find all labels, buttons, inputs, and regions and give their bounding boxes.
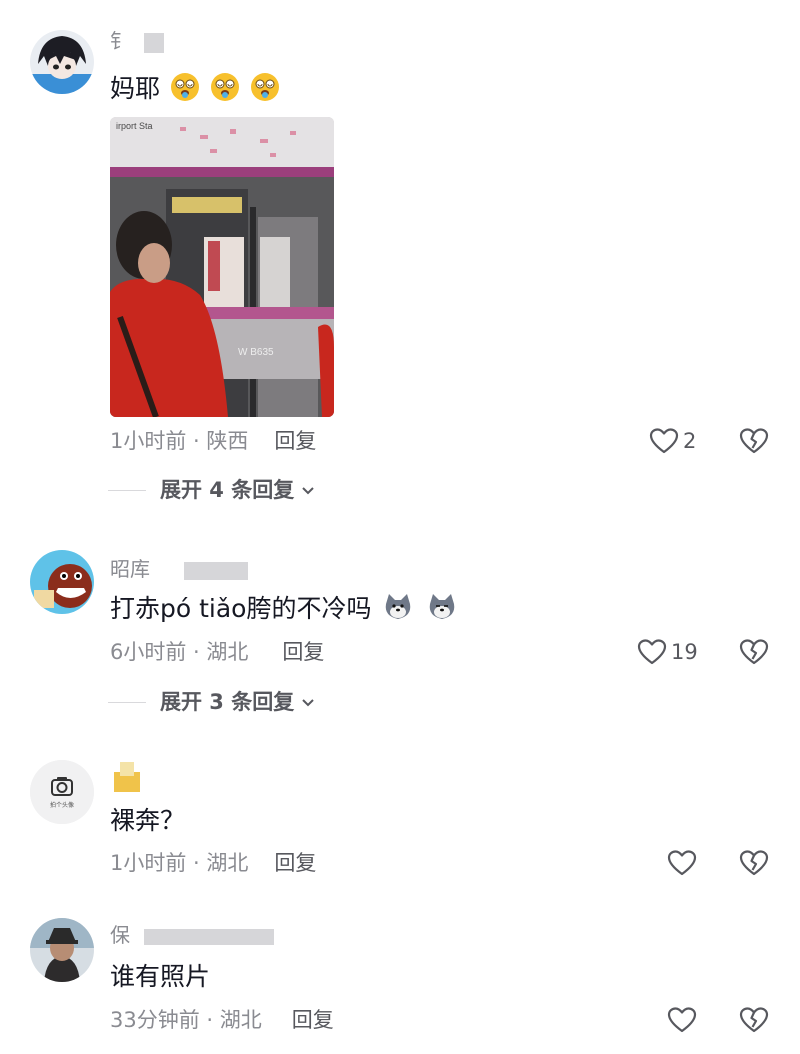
comment-meta: 6小时前 · 湖北 回复 bbox=[110, 638, 324, 666]
expand-replies-label[interactable]: 展开 3 条回复 bbox=[160, 688, 294, 716]
like-button[interactable] bbox=[667, 1006, 701, 1034]
username[interactable] bbox=[110, 758, 144, 792]
chevron-down-icon bbox=[302, 487, 314, 495]
avatar-caption: 拍个头像 bbox=[50, 801, 74, 809]
heart-icon bbox=[667, 850, 697, 876]
reply-button[interactable]: 回复 bbox=[282, 640, 324, 664]
expand-replies-button[interactable]: 展开 3 条回复 bbox=[108, 688, 316, 716]
tongue-spinning-face-emoji bbox=[168, 73, 280, 103]
like-count: 19 bbox=[671, 640, 698, 664]
comment-text-content: 妈耶 bbox=[110, 74, 161, 103]
comment-text-content: 谁有照片 bbox=[110, 962, 211, 991]
redacted-name-blur bbox=[144, 928, 275, 945]
divider-line bbox=[108, 701, 146, 703]
comment-meta: 1小时前 · 湖北 回复 bbox=[110, 849, 316, 877]
username[interactable]: 保 bbox=[110, 922, 275, 948]
dislike-button[interactable] bbox=[739, 638, 769, 670]
avatar[interactable] bbox=[30, 918, 94, 982]
username-text[interactable]: 昭库 bbox=[110, 557, 150, 581]
username-text[interactable]: 保 bbox=[110, 923, 130, 947]
like-count: 2 bbox=[683, 429, 697, 453]
husky-dog-emoji bbox=[379, 594, 459, 623]
chevron-down-icon bbox=[302, 699, 314, 707]
avatar[interactable] bbox=[30, 550, 94, 614]
redacted-name-blur bbox=[144, 32, 165, 53]
comment-text: 谁有照片 bbox=[110, 960, 210, 994]
dislike-button[interactable] bbox=[739, 427, 769, 459]
avatar[interactable]: 拍个头像 bbox=[30, 760, 94, 824]
expand-replies-button[interactable]: 展开 4 条回复 bbox=[108, 476, 316, 504]
comment-meta: 1小时前 · 陕西 回复 bbox=[110, 427, 316, 455]
time-location: 6小时前 · 湖北 bbox=[110, 640, 249, 664]
reply-button[interactable]: 回复 bbox=[274, 851, 316, 875]
heart-icon bbox=[637, 639, 667, 665]
expand-replies-label[interactable]: 展开 4 条回复 bbox=[160, 476, 294, 504]
like-button[interactable]: 19 bbox=[637, 638, 698, 666]
time-location: 33分钟前 · 湖北 bbox=[110, 1008, 262, 1032]
comment-text: 裸奔？ bbox=[110, 804, 185, 838]
heart-icon bbox=[649, 428, 679, 454]
redacted-name-blur bbox=[184, 561, 249, 580]
comment-text: 打赤pó tiǎo胯的不冷吗 bbox=[110, 592, 459, 626]
dislike-button[interactable] bbox=[739, 1006, 769, 1038]
broken-heart-icon bbox=[739, 1007, 769, 1033]
comment-meta: 33分钟前 · 湖北 回复 bbox=[110, 1006, 334, 1034]
time-location: 1小时前 · 湖北 bbox=[110, 851, 249, 875]
like-button[interactable] bbox=[667, 849, 701, 877]
avatar[interactable] bbox=[30, 30, 94, 94]
heart-icon bbox=[667, 1007, 697, 1033]
time-location: 1小时前 · 陕西 bbox=[110, 429, 249, 453]
comment-text-content: 裸奔？ bbox=[110, 806, 186, 835]
comment-text: 妈耶 bbox=[110, 72, 280, 106]
train-car-number: W B635 bbox=[238, 347, 274, 358]
station-sign: irport Sta bbox=[116, 121, 153, 131]
redacted-name-blur bbox=[114, 762, 140, 792]
broken-heart-icon bbox=[739, 428, 769, 454]
username[interactable]: 钅 bbox=[110, 28, 165, 54]
reply-button[interactable]: 回复 bbox=[274, 429, 316, 453]
broken-heart-icon bbox=[739, 850, 769, 876]
username[interactable]: 昭库 bbox=[110, 556, 249, 582]
username-text[interactable]: 钅 bbox=[110, 29, 130, 53]
divider-line bbox=[108, 489, 146, 491]
reply-button[interactable]: 回复 bbox=[292, 1008, 334, 1032]
broken-heart-icon bbox=[739, 639, 769, 665]
comment-text-content: 打赤pó tiǎo胯的不冷吗 bbox=[110, 594, 372, 623]
comment-photo[interactable]: irport Sta W B635 bbox=[110, 117, 334, 417]
like-button[interactable]: 2 bbox=[649, 427, 696, 455]
dislike-button[interactable] bbox=[739, 849, 769, 881]
